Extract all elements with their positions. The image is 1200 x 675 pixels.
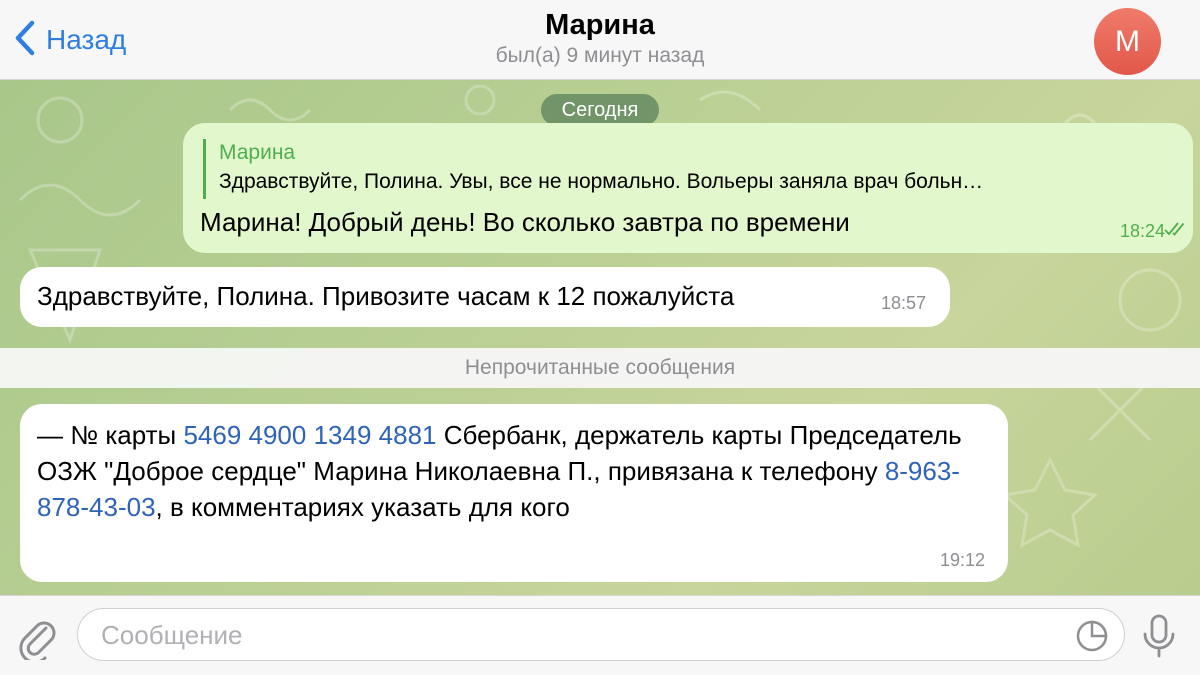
incoming-message[interactable]: Здравствуйте, Полина. Привозите часам к … (20, 267, 950, 327)
input-bar: Сообщение (0, 595, 1200, 675)
message-input[interactable]: Сообщение (77, 608, 1125, 661)
date-separator: Сегодня (541, 94, 659, 126)
message-text: — № карты 5469 4900 1349 4881 Сбербанк, … (37, 417, 997, 525)
card-number-link[interactable]: 5469 4900 1349 4881 (183, 420, 436, 450)
microphone-icon[interactable] (1140, 612, 1178, 660)
message-list[interactable]: Сегодня Марина Здравствуйте, Полина. Увы… (0, 80, 1200, 595)
chat-title-block[interactable]: Марина был(а) 9 минут назад (0, 8, 1200, 70)
sticker-icon[interactable] (1074, 618, 1110, 654)
reply-preview[interactable]: Марина Здравствуйте, Полина. Увы, все не… (203, 139, 1163, 199)
message-time: 18:24 (1119, 221, 1165, 241)
message-placeholder: Сообщение (101, 620, 243, 650)
message-text: Марина! Добрый день! Во сколько завтра п… (200, 207, 850, 237)
chat-header: Назад Марина был(а) 9 минут назад М (0, 0, 1200, 80)
message-text-part: , в комментариях указать для кого (155, 492, 570, 522)
reply-text: Здравствуйте, Полина. Увы, все не нормал… (219, 170, 984, 193)
incoming-message[interactable]: — № карты 5469 4900 1349 4881 Сбербанк, … (20, 404, 1008, 582)
avatar[interactable]: М (1094, 8, 1161, 75)
message-time: 18:57 (881, 293, 927, 313)
message-time: 19:12 (940, 550, 986, 570)
contact-name: Марина (545, 9, 655, 41)
double-check-icon (1164, 221, 1188, 237)
last-seen-status: был(а) 9 минут назад (495, 44, 705, 67)
reply-author: Марина (219, 141, 296, 164)
paperclip-icon[interactable] (16, 614, 58, 664)
outgoing-message[interactable]: Марина Здравствуйте, Полина. Увы, все не… (183, 123, 1193, 253)
unread-separator: Непрочитанные сообщения (0, 348, 1200, 388)
message-text: Здравствуйте, Полина. Привозите часам к … (37, 281, 735, 311)
message-text-part: — № карты (37, 420, 184, 450)
